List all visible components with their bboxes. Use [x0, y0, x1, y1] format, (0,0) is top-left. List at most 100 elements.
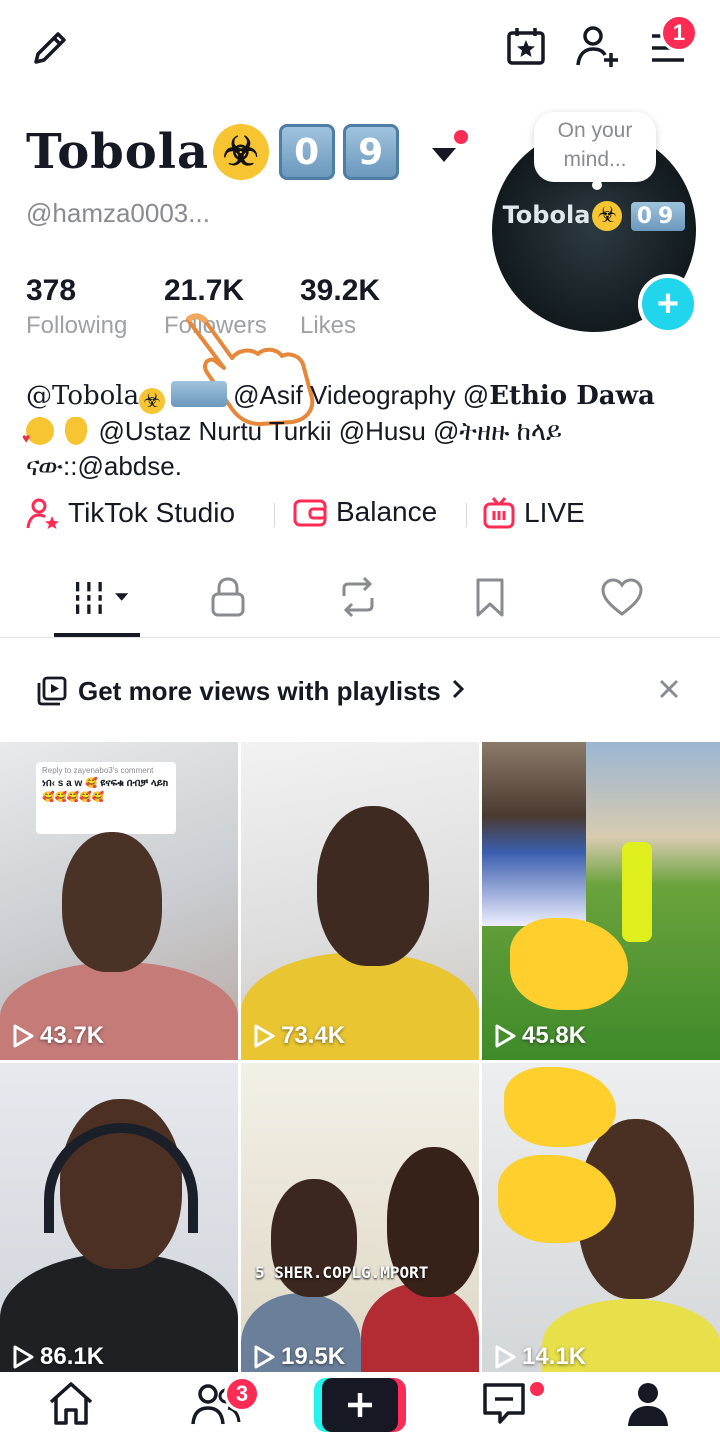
ok-hand-icon	[65, 417, 88, 445]
username-handle: @hamza0003...	[26, 198, 210, 228]
bottom-navigation: 3	[0, 1372, 720, 1432]
inset-video	[482, 742, 586, 926]
lock-icon	[211, 577, 245, 617]
bio-keycaps-icon	[171, 381, 228, 407]
person-face	[62, 832, 162, 972]
comment-reply-card: Reply to zayenabo3's comment ነበ‹ s a w 🥰…	[36, 762, 176, 834]
view-count: 43.7K	[12, 1022, 104, 1050]
view-count-text: 43.7K	[40, 1022, 105, 1049]
following-label: Following	[26, 312, 128, 339]
person-face	[317, 806, 429, 966]
view-count: 86.1K	[12, 1343, 104, 1371]
studio-label: TikTok Studio	[68, 497, 236, 528]
display-name-text: Tobola	[26, 124, 210, 180]
bio-mention-ethio: Ethio Dawa	[489, 381, 655, 411]
avatar-text: Tobola ☣ 09	[492, 198, 696, 231]
following-stat[interactable]: 378 Following	[26, 274, 127, 340]
play-icon	[13, 1345, 34, 1369]
view-count-text: 45.8K	[522, 1022, 587, 1049]
keycap-nine-icon: 9	[343, 124, 400, 180]
video-thumbnail[interactable]: 45.8K	[482, 742, 720, 1060]
avatar-name: Tobola	[502, 201, 591, 229]
on-your-mind-bubble[interactable]: On your mind...	[534, 112, 656, 182]
likes-count: 39.2K	[300, 274, 381, 307]
view-count-text: 73.4K	[281, 1022, 346, 1049]
view-count: 14.1K	[494, 1343, 586, 1371]
play-icon	[254, 1024, 275, 1048]
bookmark-icon	[476, 578, 504, 617]
video-thumbnail[interactable]: 73.4K	[241, 742, 479, 1060]
view-count: 73.4K	[253, 1022, 345, 1050]
video-thumbnail[interactable]: 5 SHER.COPLG.MPORT 19.5K	[241, 1063, 479, 1381]
tab-liked[interactable]	[592, 572, 652, 622]
pointing-hand-icon	[504, 1067, 616, 1147]
view-count-text: 14.1K	[522, 1343, 587, 1370]
video-thumbnail[interactable]: 14.1K	[482, 1063, 720, 1381]
tab-favorites[interactable]	[460, 572, 520, 622]
play-icon	[254, 1345, 275, 1369]
smiling-hearts-icon: ♥	[22, 417, 54, 446]
create-button-face	[322, 1378, 398, 1432]
live-tv-icon	[483, 497, 515, 529]
bubble-line-1: On your	[557, 119, 633, 142]
repost-icon	[342, 576, 374, 618]
video-grid: Reply to zayenabo3's comment ነበ‹ s a w 🥰…	[0, 742, 720, 1381]
view-count: 45.8K	[494, 1022, 586, 1050]
calendar-star-icon[interactable]	[502, 22, 550, 70]
playlist-icon	[37, 676, 67, 706]
playlist-promo-banner[interactable]: Get more views with playlists	[0, 660, 720, 722]
live-link[interactable]: LIVE	[482, 496, 585, 530]
avatar-keycaps: 09	[630, 202, 686, 231]
view-count: 19.5K	[253, 1343, 345, 1371]
close-icon[interactable]	[656, 676, 682, 707]
bio-mention-asif: @Asif Videography @	[233, 380, 490, 410]
play-icon	[13, 1024, 34, 1048]
tab-videos[interactable]	[72, 572, 132, 622]
edit-icon[interactable]	[26, 24, 74, 72]
tab-private[interactable]	[198, 572, 258, 622]
grid-view-icon	[75, 582, 129, 614]
play-icon	[495, 1024, 516, 1048]
add-story-button[interactable]: +	[638, 274, 698, 334]
inbox-unread-dot	[528, 1380, 546, 1398]
view-count-text: 86.1K	[40, 1343, 105, 1370]
person-in-yellow	[622, 842, 652, 942]
inbox-icon	[483, 1383, 525, 1424]
reply-header: Reply to zayenabo3's comment	[42, 766, 154, 775]
keycap-zero-icon: 0	[279, 124, 336, 180]
name-dropdown-icon[interactable]	[430, 144, 458, 169]
unread-dot	[454, 130, 468, 144]
video-thumbnail[interactable]: Reply to zayenabo3's comment ነበ‹ s a w 🥰…	[0, 742, 238, 1060]
add-friend-icon[interactable]	[572, 22, 622, 70]
display-name: Tobola ☣ 0 9	[26, 124, 400, 180]
nav-home[interactable]	[46, 1380, 96, 1426]
plus-icon: +	[656, 282, 680, 325]
notification-badge: 1	[660, 14, 698, 52]
home-icon	[49, 1382, 93, 1425]
create-button[interactable]	[314, 1378, 406, 1432]
tab-reposts[interactable]	[328, 572, 388, 622]
studio-icon	[26, 498, 59, 529]
video-caption: 5 SHER.COPLG.MPORT	[255, 1263, 429, 1282]
divider	[274, 503, 275, 527]
profile-tabs	[0, 560, 720, 638]
profile-icon	[628, 1383, 668, 1426]
tiktok-studio-link[interactable]: TikTok Studio	[26, 496, 235, 530]
following-count: 378	[26, 274, 77, 307]
balance-link[interactable]: Balance	[292, 496, 437, 528]
followers-count: 21.7K	[164, 274, 245, 307]
balance-label: Balance	[336, 496, 438, 527]
person-shirt	[361, 1283, 479, 1381]
bubble-tail	[592, 180, 602, 190]
nav-inbox[interactable]	[480, 1380, 528, 1426]
bio-biohazard-icon: ☣	[139, 388, 166, 414]
heart-icon	[601, 578, 643, 616]
wallet-icon	[293, 499, 327, 527]
nav-profile[interactable]	[626, 1380, 670, 1426]
plus-icon	[348, 1393, 372, 1417]
play-icon	[495, 1345, 516, 1369]
pointing-hand-icon	[510, 918, 628, 1010]
friends-badge: 3	[224, 1376, 260, 1412]
divider	[466, 503, 467, 527]
video-thumbnail[interactable]: 86.1K	[0, 1063, 238, 1381]
